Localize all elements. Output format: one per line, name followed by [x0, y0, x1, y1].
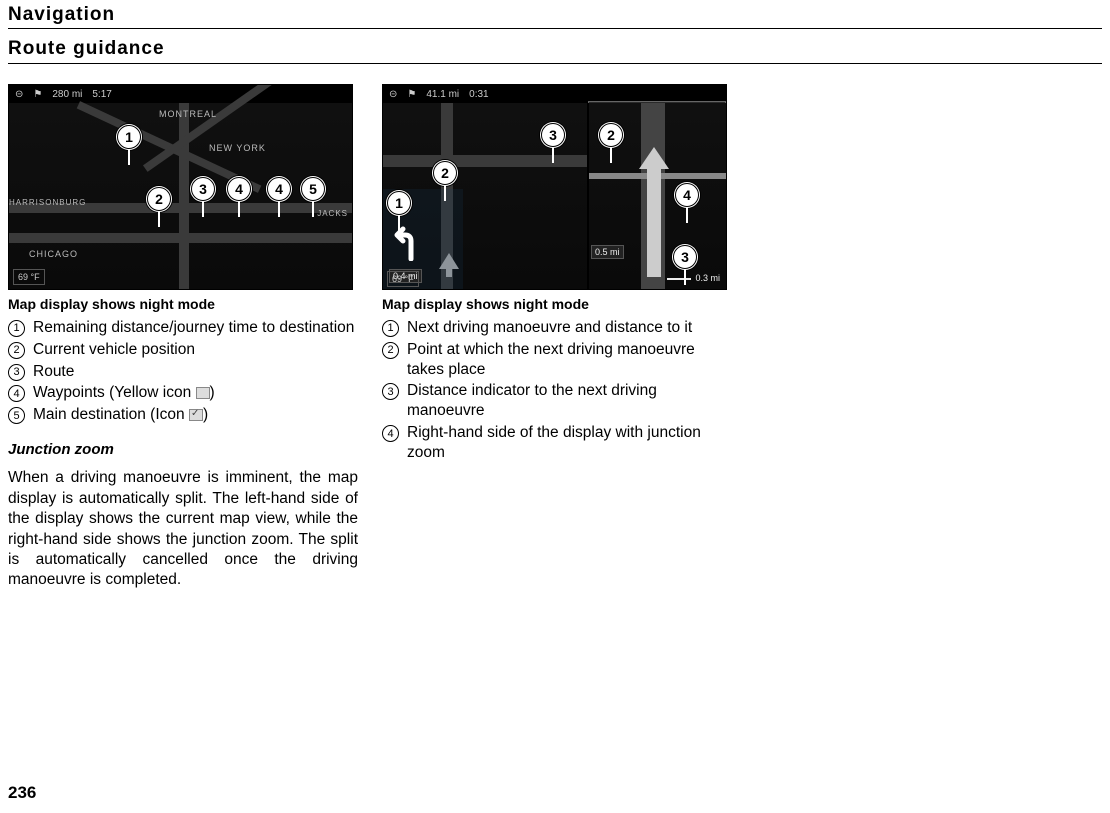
page: Navigation Route guidance ⊝ ⚑ 280 mi 5:1… — [0, 0, 1110, 813]
map-scale: 0.3 mi — [667, 273, 720, 283]
legend-item-3: 3 Distance indicator to the next driving … — [382, 381, 732, 421]
legend-item-2: 2 Current vehicle position — [8, 340, 358, 360]
legend-item-5: 5 Main destination (Icon ) — [8, 405, 358, 425]
city-newyork: NEW YORK — [209, 143, 266, 153]
circled-1: 1 — [382, 320, 399, 337]
junction-zoom-heading: Junction zoom — [8, 441, 358, 458]
legend-text-1: Remaining distance/journey time to desti… — [33, 318, 354, 338]
circled-2: 2 — [382, 342, 399, 359]
dist-right: 0.5 mi — [591, 245, 624, 259]
header-rule — [8, 28, 1102, 29]
map2-callout-3-top: 3 — [541, 123, 565, 147]
legend-text-3: Distance indicator to the next driving m… — [407, 381, 732, 421]
map2-callout-1: 1 — [387, 191, 411, 215]
right-legend-list: 1 Next driving manoeuvre and distance to … — [382, 318, 732, 463]
destination-flag-icon — [189, 409, 203, 421]
map-callout-3: 3 — [191, 177, 215, 201]
map-temp: 69 °F — [13, 269, 45, 285]
map-dark-region-right: 0.4 mi 0.5 mi 0.3 mi 1 2 3 2 — [383, 103, 726, 289]
legend-text-4: Waypoints (Yellow icon ) — [33, 383, 215, 403]
map-callout-4a: 4 — [227, 177, 251, 201]
map2-callout-2-left: 2 — [433, 161, 457, 185]
map-time: 5:17 — [92, 89, 111, 100]
legend-text-5: Main destination (Icon ) — [33, 405, 208, 425]
waypoint-flag-icon — [196, 387, 210, 399]
left-figure-caption: Map display shows night mode — [8, 296, 358, 312]
junction-zoom-paragraph: When a driving manoeuvre is imminent, th… — [8, 468, 358, 591]
left-column: ⊝ ⚑ 280 mi 5:17 MONTREAL NEW YORK CHICAG… — [8, 84, 358, 591]
legend-text-1: Next driving manoeuvre and distance to i… — [407, 318, 692, 338]
legend-text-3: Route — [33, 362, 74, 382]
circled-4: 4 — [382, 425, 399, 442]
map-callout-1: 1 — [117, 125, 141, 149]
compass-icon: ⊝ — [15, 89, 23, 100]
page-number: 236 — [8, 783, 36, 803]
left-legend-list: 1 Remaining distance/journey time to dest… — [8, 318, 358, 425]
legend-item-3: 3 Route — [8, 362, 358, 382]
city-harrisonburg: HARRISONBURG — [9, 198, 86, 207]
circled-2: 2 — [8, 342, 25, 359]
legend-text-2: Point at which the next driving manoeuvr… — [407, 340, 732, 380]
flag-icon: ⚑ — [407, 89, 416, 100]
columns: ⊝ ⚑ 280 mi 5:17 MONTREAL NEW YORK CHICAG… — [8, 84, 732, 591]
right-column: ⊝ ⚑ 41.1 mi 0:31 N PROSPECT RD — [382, 84, 732, 591]
map-callout-5: 5 — [301, 177, 325, 201]
map2-callout-4: 4 — [675, 183, 699, 207]
map-top-bar: ⊝ ⚑ 280 mi 5:17 — [9, 85, 352, 103]
left-map-figure: ⊝ ⚑ 280 mi 5:17 MONTREAL NEW YORK CHICAG… — [8, 84, 353, 290]
map-temp-right: 69 °F — [387, 271, 419, 287]
city-chicago: CHICAGO — [29, 249, 78, 259]
legend-item-1: 1 Next driving manoeuvre and distance to … — [382, 318, 732, 338]
map-distance: 280 mi — [52, 89, 82, 100]
section-title: Route guidance — [8, 38, 165, 60]
legend-item-2: 2 Point at which the next driving manoeuv… — [382, 340, 732, 380]
map-callout-4b: 4 — [267, 177, 291, 201]
right-map-figure: ⊝ ⚑ 41.1 mi 0:31 N PROSPECT RD — [382, 84, 727, 290]
section-rule — [8, 63, 1102, 64]
right-figure-caption: Map display shows night mode — [382, 296, 732, 312]
page-header: Navigation — [8, 4, 115, 26]
legend-text-2: Current vehicle position — [33, 340, 195, 360]
legend-item-4: 4 Right-hand side of the display with jun… — [382, 423, 732, 463]
legend-item-4: 4 Waypoints (Yellow icon ) — [8, 383, 358, 403]
circled-3: 3 — [382, 383, 399, 400]
map-distance: 41.1 mi — [426, 89, 459, 100]
map2-callout-3-bottom: 3 — [673, 245, 697, 269]
city-montreal: MONTREAL — [159, 109, 217, 119]
legend-item-1: 1 Remaining distance/journey time to dest… — [8, 318, 358, 338]
map-time: 0:31 — [469, 89, 488, 100]
compass-icon: ⊝ — [389, 89, 397, 100]
legend-text-4: Right-hand side of the display with junc… — [407, 423, 732, 463]
circled-3: 3 — [8, 364, 25, 381]
map2-callout-2-right: 2 — [599, 123, 623, 147]
map-dark-region: MONTREAL NEW YORK CHICAGO HARRISONBURG J… — [9, 103, 352, 289]
circled-1: 1 — [8, 320, 25, 337]
flag-icon: ⚑ — [33, 89, 42, 100]
map-callout-2: 2 — [147, 187, 171, 211]
circled-4: 4 — [8, 385, 25, 402]
city-jacks: JACKS — [317, 209, 348, 218]
circled-5: 5 — [8, 407, 25, 424]
